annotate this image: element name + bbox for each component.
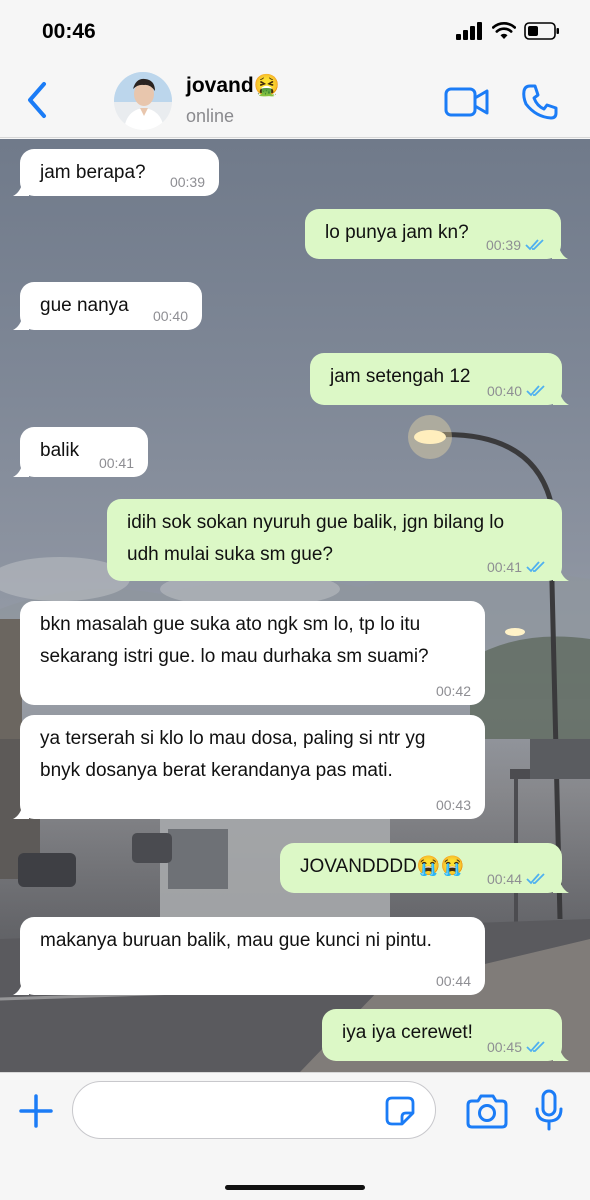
message-time: 00:39 <box>486 237 547 253</box>
message-bubble-outgoing[interactable]: idih sok sokan nyuruh gue balik, jgn bil… <box>107 499 569 581</box>
contact-status: online <box>186 106 235 126</box>
contact-name[interactable]: jovand🤮 <box>186 74 280 98</box>
message-time: 00:41 <box>98 455 134 471</box>
wifi-icon <box>492 22 516 39</box>
status-icons <box>456 22 560 40</box>
message-text: idih sok sokan nyuruh gue balik, jgn bil… <box>127 512 505 565</box>
message-text: jam berapa? <box>40 162 146 183</box>
message-input-bar <box>0 1072 590 1200</box>
message-text: ya terserah si klo lo mau dosa, paling s… <box>40 728 426 781</box>
bubble-tail <box>553 565 569 581</box>
message-bubble-incoming[interactable]: bkn masalah gue suka ato ngk sm lo, tp l… <box>20 601 485 705</box>
phone-icon[interactable] <box>520 82 560 122</box>
message-input[interactable] <box>72 1081 436 1139</box>
message-time: 00:45 <box>487 1039 548 1055</box>
message-time: 00:40 <box>152 308 188 324</box>
message-time: 00:44 <box>435 973 471 989</box>
bubble-tail <box>553 1045 569 1061</box>
message-text: jam setengah 12 <box>330 366 471 387</box>
bubble-tail <box>553 877 569 893</box>
message-text: balik <box>40 440 80 461</box>
chat-header: jovand🤮 online <box>0 60 590 138</box>
chat-area[interactable]: jam berapa? 00:39 lo punya jam kn? 00:39… <box>0 139 590 1072</box>
battery-icon <box>524 22 559 40</box>
home-indicator[interactable] <box>225 1185 365 1190</box>
message-bubble-incoming[interactable]: balik 00:41 <box>13 427 148 477</box>
bubble-tail <box>13 979 29 995</box>
sticker-icon[interactable] <box>384 1095 416 1127</box>
message-bubble-incoming[interactable]: ya terserah si klo lo mau dosa, paling s… <box>13 715 485 819</box>
message-text: iya iya cerewet! <box>342 1022 473 1043</box>
message-time: 00:40 <box>487 383 548 399</box>
bubble-tail <box>13 180 29 196</box>
bubble-tail <box>13 461 29 477</box>
status-time: 00:46 <box>42 20 96 43</box>
read-ticks-icon <box>526 873 545 885</box>
avatar[interactable] <box>114 72 172 130</box>
message-bubble-incoming[interactable]: jam berapa? 00:39 <box>13 149 219 196</box>
message-bubble-incoming[interactable]: gue nanya 00:40 <box>13 282 202 330</box>
message-time: 00:44 <box>487 871 548 887</box>
read-ticks-icon <box>526 1041 545 1053</box>
bubble-tail <box>553 389 569 405</box>
read-ticks-icon <box>525 239 544 251</box>
message-time: 00:42 <box>435 683 471 699</box>
message-bubble-outgoing[interactable]: lo punya jam kn? 00:39 <box>305 209 568 259</box>
bubble-tail <box>13 314 29 330</box>
message-text: bkn masalah gue suka ato ngk sm lo, tp l… <box>40 614 429 667</box>
status-bar: 00:46 <box>0 0 590 60</box>
message-time: 00:43 <box>435 797 471 813</box>
read-ticks-icon <box>526 385 545 397</box>
message-text: gue nanya <box>40 295 129 316</box>
message-time: 00:39 <box>169 174 205 190</box>
avatar-photo <box>114 72 172 130</box>
signal-icon <box>456 22 482 40</box>
message-bubble-incoming[interactable]: makanya buruan balik, mau gue kunci ni p… <box>13 917 485 995</box>
bubble-tail <box>13 803 29 819</box>
message-bubble-outgoing[interactable]: jam setengah 12 00:40 <box>310 353 569 405</box>
message-text: makanya buruan balik, mau gue kunci ni p… <box>40 930 432 951</box>
read-ticks-icon <box>526 561 545 573</box>
message-text: lo punya jam kn? <box>325 222 469 243</box>
plus-icon[interactable] <box>18 1093 54 1129</box>
microphone-icon[interactable] <box>534 1089 564 1131</box>
message-bubble-outgoing[interactable]: iya iya cerewet! 00:45 <box>322 1009 569 1061</box>
camera-icon[interactable] <box>466 1093 508 1129</box>
bubble-tail <box>552 243 568 259</box>
video-camera-icon[interactable] <box>444 86 490 118</box>
message-time: 00:41 <box>487 559 548 575</box>
message-bubble-outgoing[interactable]: JOVANDDDD😭😭 00:44 <box>280 843 569 893</box>
back-chevron-icon[interactable] <box>22 80 56 120</box>
message-text: JOVANDDDD😭😭 <box>300 856 465 877</box>
